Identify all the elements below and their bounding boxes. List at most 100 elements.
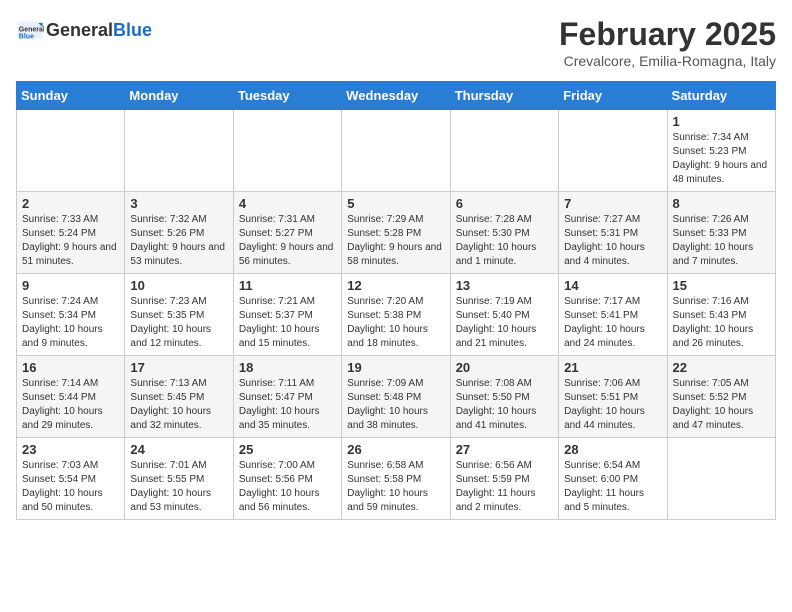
logo-blue-text: Blue	[113, 20, 152, 40]
day-number: 5	[347, 196, 444, 211]
day-info: Sunrise: 7:05 AM Sunset: 5:52 PM Dayligh…	[673, 377, 770, 433]
day-info: Sunrise: 7:08 AM Sunset: 5:50 PM Dayligh…	[456, 377, 553, 433]
day-info: Sunrise: 7:29 AM Sunset: 5:28 PM Dayligh…	[347, 213, 444, 269]
calendar-cell: 22Sunrise: 7:05 AM Sunset: 5:52 PM Dayli…	[667, 356, 775, 438]
logo: General Blue GeneralBlue	[16, 16, 152, 44]
day-info: Sunrise: 7:26 AM Sunset: 5:33 PM Dayligh…	[673, 213, 770, 269]
day-number: 13	[456, 278, 553, 293]
calendar-cell: 12Sunrise: 7:20 AM Sunset: 5:38 PM Dayli…	[342, 274, 450, 356]
location-subtitle: Crevalcore, Emilia-Romagna, Italy	[559, 53, 776, 69]
day-info: Sunrise: 7:11 AM Sunset: 5:47 PM Dayligh…	[239, 377, 336, 433]
day-of-week-header: Thursday	[450, 82, 558, 110]
logo-icon: General Blue	[16, 16, 44, 44]
day-number: 20	[456, 360, 553, 375]
calendar-week-row: 2Sunrise: 7:33 AM Sunset: 5:24 PM Daylig…	[17, 192, 776, 274]
calendar-week-row: 1 Sunrise: 7:34 AM Sunset: 5:23 PM Daylig…	[17, 110, 776, 192]
day-number: 10	[130, 278, 227, 293]
day-info: Sunrise: 7:28 AM Sunset: 5:30 PM Dayligh…	[456, 213, 553, 269]
calendar-cell: 23 Sunrise: 7:03 AM Sunset: 5:54 PM Dayli…	[17, 438, 125, 520]
calendar-week-row: 9 Sunrise: 7:24 AM Sunset: 5:34 PM Daylig…	[17, 274, 776, 356]
calendar-cell: 26 Sunrise: 6:58 AM Sunset: 5:58 PM Dayli…	[342, 438, 450, 520]
calendar-cell: 4 Sunrise: 7:31 AM Sunset: 5:27 PM Daylig…	[233, 192, 341, 274]
calendar-cell: 17 Sunrise: 7:13 AM Sunset: 5:45 PM Dayli…	[125, 356, 233, 438]
calendar-cell: 6 Sunrise: 7:28 AM Sunset: 5:30 PM Daylig…	[450, 192, 558, 274]
svg-text:Blue: Blue	[19, 33, 34, 40]
calendar-cell: 21 Sunrise: 7:06 AM Sunset: 5:51 PM Dayli…	[559, 356, 667, 438]
calendar-cell: 13Sunrise: 7:19 AM Sunset: 5:40 PM Dayli…	[450, 274, 558, 356]
day-number: 15	[673, 278, 770, 293]
calendar-cell: 10 Sunrise: 7:23 AM Sunset: 5:35 PM Dayli…	[125, 274, 233, 356]
day-number: 3	[130, 196, 227, 211]
day-number: 17	[130, 360, 227, 375]
day-number: 7	[564, 196, 661, 211]
day-info: Sunrise: 7:34 AM Sunset: 5:23 PM Dayligh…	[673, 131, 770, 187]
day-of-week-header: Tuesday	[233, 82, 341, 110]
day-number: 21	[564, 360, 661, 375]
calendar-cell: 11 Sunrise: 7:21 AM Sunset: 5:37 PM Dayli…	[233, 274, 341, 356]
day-number: 4	[239, 196, 336, 211]
day-number: 27	[456, 442, 553, 457]
calendar-cell: 5 Sunrise: 7:29 AM Sunset: 5:28 PM Daylig…	[342, 192, 450, 274]
day-number: 8	[673, 196, 770, 211]
day-info: Sunrise: 7:16 AM Sunset: 5:43 PM Dayligh…	[673, 295, 770, 351]
day-of-week-header: Friday	[559, 82, 667, 110]
day-of-week-header: Saturday	[667, 82, 775, 110]
calendar-cell	[17, 110, 125, 192]
page-header: General Blue GeneralBlue February 2025 C…	[16, 16, 776, 69]
day-number: 26	[347, 442, 444, 457]
calendar-cell: 19Sunrise: 7:09 AM Sunset: 5:48 PM Dayli…	[342, 356, 450, 438]
day-of-week-header: Monday	[125, 82, 233, 110]
calendar-cell	[233, 110, 341, 192]
calendar-cell: 24 Sunrise: 7:01 AM Sunset: 5:55 PM Dayli…	[125, 438, 233, 520]
calendar-cell	[125, 110, 233, 192]
calendar-cell: 7 Sunrise: 7:27 AM Sunset: 5:31 PM Daylig…	[559, 192, 667, 274]
day-info: Sunrise: 7:32 AM Sunset: 5:26 PM Dayligh…	[130, 213, 227, 269]
day-of-week-header: Wednesday	[342, 82, 450, 110]
day-info: Sunrise: 7:17 AM Sunset: 5:41 PM Dayligh…	[564, 295, 661, 351]
calendar-cell: 25 Sunrise: 7:00 AM Sunset: 5:56 PM Dayli…	[233, 438, 341, 520]
day-info: Sunrise: 6:58 AM Sunset: 5:58 PM Dayligh…	[347, 459, 444, 515]
calendar-cell: 28 Sunrise: 6:54 AM Sunset: 6:00 PM Dayli…	[559, 438, 667, 520]
day-info: Sunrise: 7:21 AM Sunset: 5:37 PM Dayligh…	[239, 295, 336, 351]
calendar-cell: 8 Sunrise: 7:26 AM Sunset: 5:33 PM Daylig…	[667, 192, 775, 274]
day-number: 14	[564, 278, 661, 293]
day-number: 11	[239, 278, 336, 293]
calendar-header-row: SundayMondayTuesdayWednesdayThursdayFrid…	[17, 82, 776, 110]
calendar-cell	[559, 110, 667, 192]
day-number: 6	[456, 196, 553, 211]
day-info: Sunrise: 6:56 AM Sunset: 5:59 PM Dayligh…	[456, 459, 553, 515]
day-number: 23	[22, 442, 119, 457]
calendar-cell: 2Sunrise: 7:33 AM Sunset: 5:24 PM Daylig…	[17, 192, 125, 274]
day-info: Sunrise: 7:09 AM Sunset: 5:48 PM Dayligh…	[347, 377, 444, 433]
day-info: Sunrise: 7:24 AM Sunset: 5:34 PM Dayligh…	[22, 295, 119, 351]
day-info: Sunrise: 7:31 AM Sunset: 5:27 PM Dayligh…	[239, 213, 336, 269]
day-number: 2	[22, 196, 119, 211]
day-info: Sunrise: 7:01 AM Sunset: 5:55 PM Dayligh…	[130, 459, 227, 515]
day-number: 9	[22, 278, 119, 293]
title-block: February 2025 Crevalcore, Emilia-Romagna…	[559, 16, 776, 69]
day-number: 18	[239, 360, 336, 375]
day-info: Sunrise: 7:27 AM Sunset: 5:31 PM Dayligh…	[564, 213, 661, 269]
day-info: Sunrise: 7:13 AM Sunset: 5:45 PM Dayligh…	[130, 377, 227, 433]
day-number: 25	[239, 442, 336, 457]
day-info: Sunrise: 6:54 AM Sunset: 6:00 PM Dayligh…	[564, 459, 661, 515]
calendar-week-row: 23 Sunrise: 7:03 AM Sunset: 5:54 PM Dayli…	[17, 438, 776, 520]
calendar-cell	[342, 110, 450, 192]
calendar-week-row: 16Sunrise: 7:14 AM Sunset: 5:44 PM Dayli…	[17, 356, 776, 438]
day-number: 28	[564, 442, 661, 457]
calendar-cell	[667, 438, 775, 520]
day-of-week-header: Sunday	[17, 82, 125, 110]
svg-text:General: General	[19, 26, 44, 33]
day-number: 1	[673, 114, 770, 129]
logo-general-text: General	[46, 20, 113, 40]
day-info: Sunrise: 7:03 AM Sunset: 5:54 PM Dayligh…	[22, 459, 119, 515]
day-info: Sunrise: 7:00 AM Sunset: 5:56 PM Dayligh…	[239, 459, 336, 515]
calendar-cell: 27 Sunrise: 6:56 AM Sunset: 5:59 PM Dayli…	[450, 438, 558, 520]
calendar-cell: 3 Sunrise: 7:32 AM Sunset: 5:26 PM Daylig…	[125, 192, 233, 274]
month-title: February 2025	[559, 16, 776, 53]
day-info: Sunrise: 7:23 AM Sunset: 5:35 PM Dayligh…	[130, 295, 227, 351]
day-info: Sunrise: 7:06 AM Sunset: 5:51 PM Dayligh…	[564, 377, 661, 433]
calendar-cell: 1 Sunrise: 7:34 AM Sunset: 5:23 PM Daylig…	[667, 110, 775, 192]
calendar-cell: 20 Sunrise: 7:08 AM Sunset: 5:50 PM Dayli…	[450, 356, 558, 438]
day-number: 24	[130, 442, 227, 457]
